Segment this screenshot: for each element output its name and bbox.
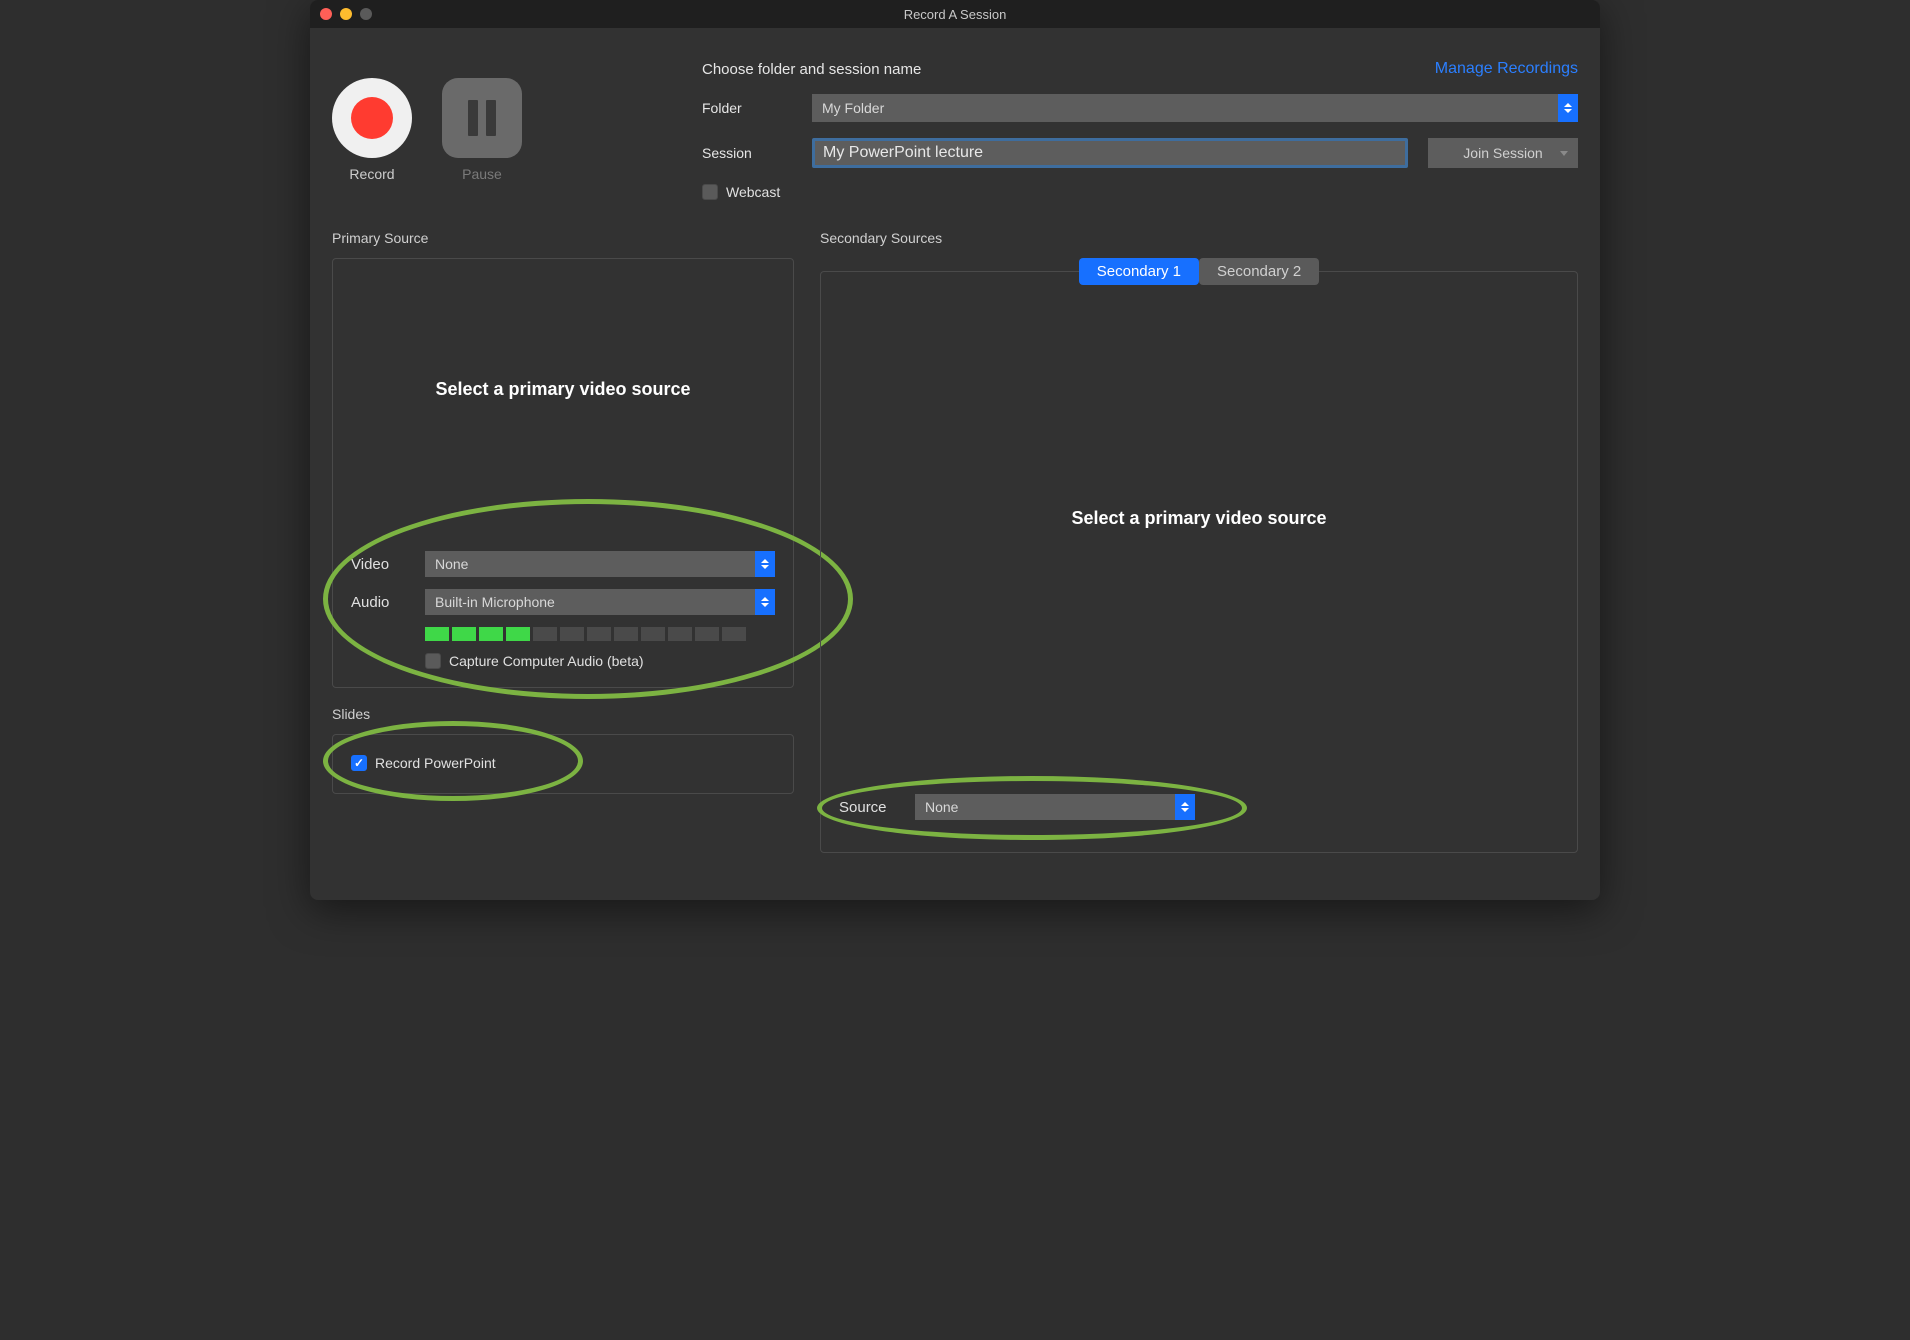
video-label: Video (351, 556, 411, 573)
level-segment (452, 627, 476, 641)
minimize-window-button[interactable] (340, 8, 352, 20)
slides-title: Slides (332, 706, 794, 722)
record-button[interactable] (332, 78, 412, 158)
source-value: None (925, 799, 958, 815)
record-label: Record (349, 166, 394, 182)
level-segment (479, 627, 503, 641)
level-segment (641, 627, 665, 641)
maximize-window-button[interactable] (360, 8, 372, 20)
pause-icon-bar (468, 100, 478, 136)
slides-panel: Record PowerPoint (332, 734, 794, 794)
level-segment (425, 627, 449, 641)
secondary-prompt: Select a primary video source (821, 272, 1577, 529)
level-segment (722, 627, 746, 641)
secondary-source-panel: Select a primary video source Source Non… (820, 271, 1578, 853)
chevron-updown-icon (1558, 94, 1578, 122)
webcast-label: Webcast (726, 184, 780, 200)
setup-header: Choose folder and session name (702, 61, 921, 78)
level-segment (614, 627, 638, 641)
capture-computer-audio-label: Capture Computer Audio (beta) (449, 653, 644, 669)
folder-value: My Folder (822, 100, 884, 116)
audio-level-meter (425, 627, 775, 641)
video-value: None (435, 556, 468, 572)
level-segment (668, 627, 692, 641)
session-label: Session (702, 145, 792, 161)
folder-select[interactable]: My Folder (812, 94, 1578, 122)
audio-value: Built-in Microphone (435, 594, 555, 610)
folder-label: Folder (702, 100, 792, 116)
level-segment (695, 627, 719, 641)
pause-label: Pause (462, 166, 502, 182)
primary-prompt: Select a primary video source (333, 259, 793, 400)
tab-secondary-2[interactable]: Secondary 2 (1199, 258, 1319, 285)
close-window-button[interactable] (320, 8, 332, 20)
record-powerpoint-checkbox[interactable] (351, 755, 367, 771)
primary-source-title: Primary Source (332, 230, 794, 246)
traffic-lights (320, 8, 372, 20)
chevron-updown-icon (1175, 794, 1195, 820)
chevron-updown-icon (755, 589, 775, 615)
record-session-window: Record A Session Record Pause (310, 0, 1600, 900)
session-name-input[interactable] (812, 138, 1408, 168)
webcast-checkbox[interactable] (702, 184, 718, 200)
record-icon (351, 97, 393, 139)
join-session-button[interactable]: Join Session (1428, 138, 1578, 168)
secondary-sources-title: Secondary Sources (820, 230, 1578, 246)
chevron-updown-icon (755, 551, 775, 577)
record-powerpoint-label: Record PowerPoint (375, 755, 496, 771)
level-segment (506, 627, 530, 641)
window-title: Record A Session (904, 7, 1007, 22)
pause-icon-bar (486, 100, 496, 136)
level-segment (560, 627, 584, 641)
video-select[interactable]: None (425, 551, 775, 577)
level-segment (587, 627, 611, 641)
tab-secondary-1[interactable]: Secondary 1 (1079, 258, 1199, 285)
source-label: Source (839, 799, 899, 816)
source-select[interactable]: None (915, 794, 1195, 820)
capture-computer-audio-checkbox[interactable] (425, 653, 441, 669)
pause-button[interactable] (442, 78, 522, 158)
audio-label: Audio (351, 594, 411, 611)
primary-source-panel: Select a primary video source Video None… (332, 258, 794, 688)
manage-recordings-link[interactable]: Manage Recordings (1435, 60, 1578, 78)
titlebar: Record A Session (310, 0, 1600, 28)
audio-select[interactable]: Built-in Microphone (425, 589, 775, 615)
level-segment (533, 627, 557, 641)
join-session-label: Join Session (1463, 145, 1542, 161)
